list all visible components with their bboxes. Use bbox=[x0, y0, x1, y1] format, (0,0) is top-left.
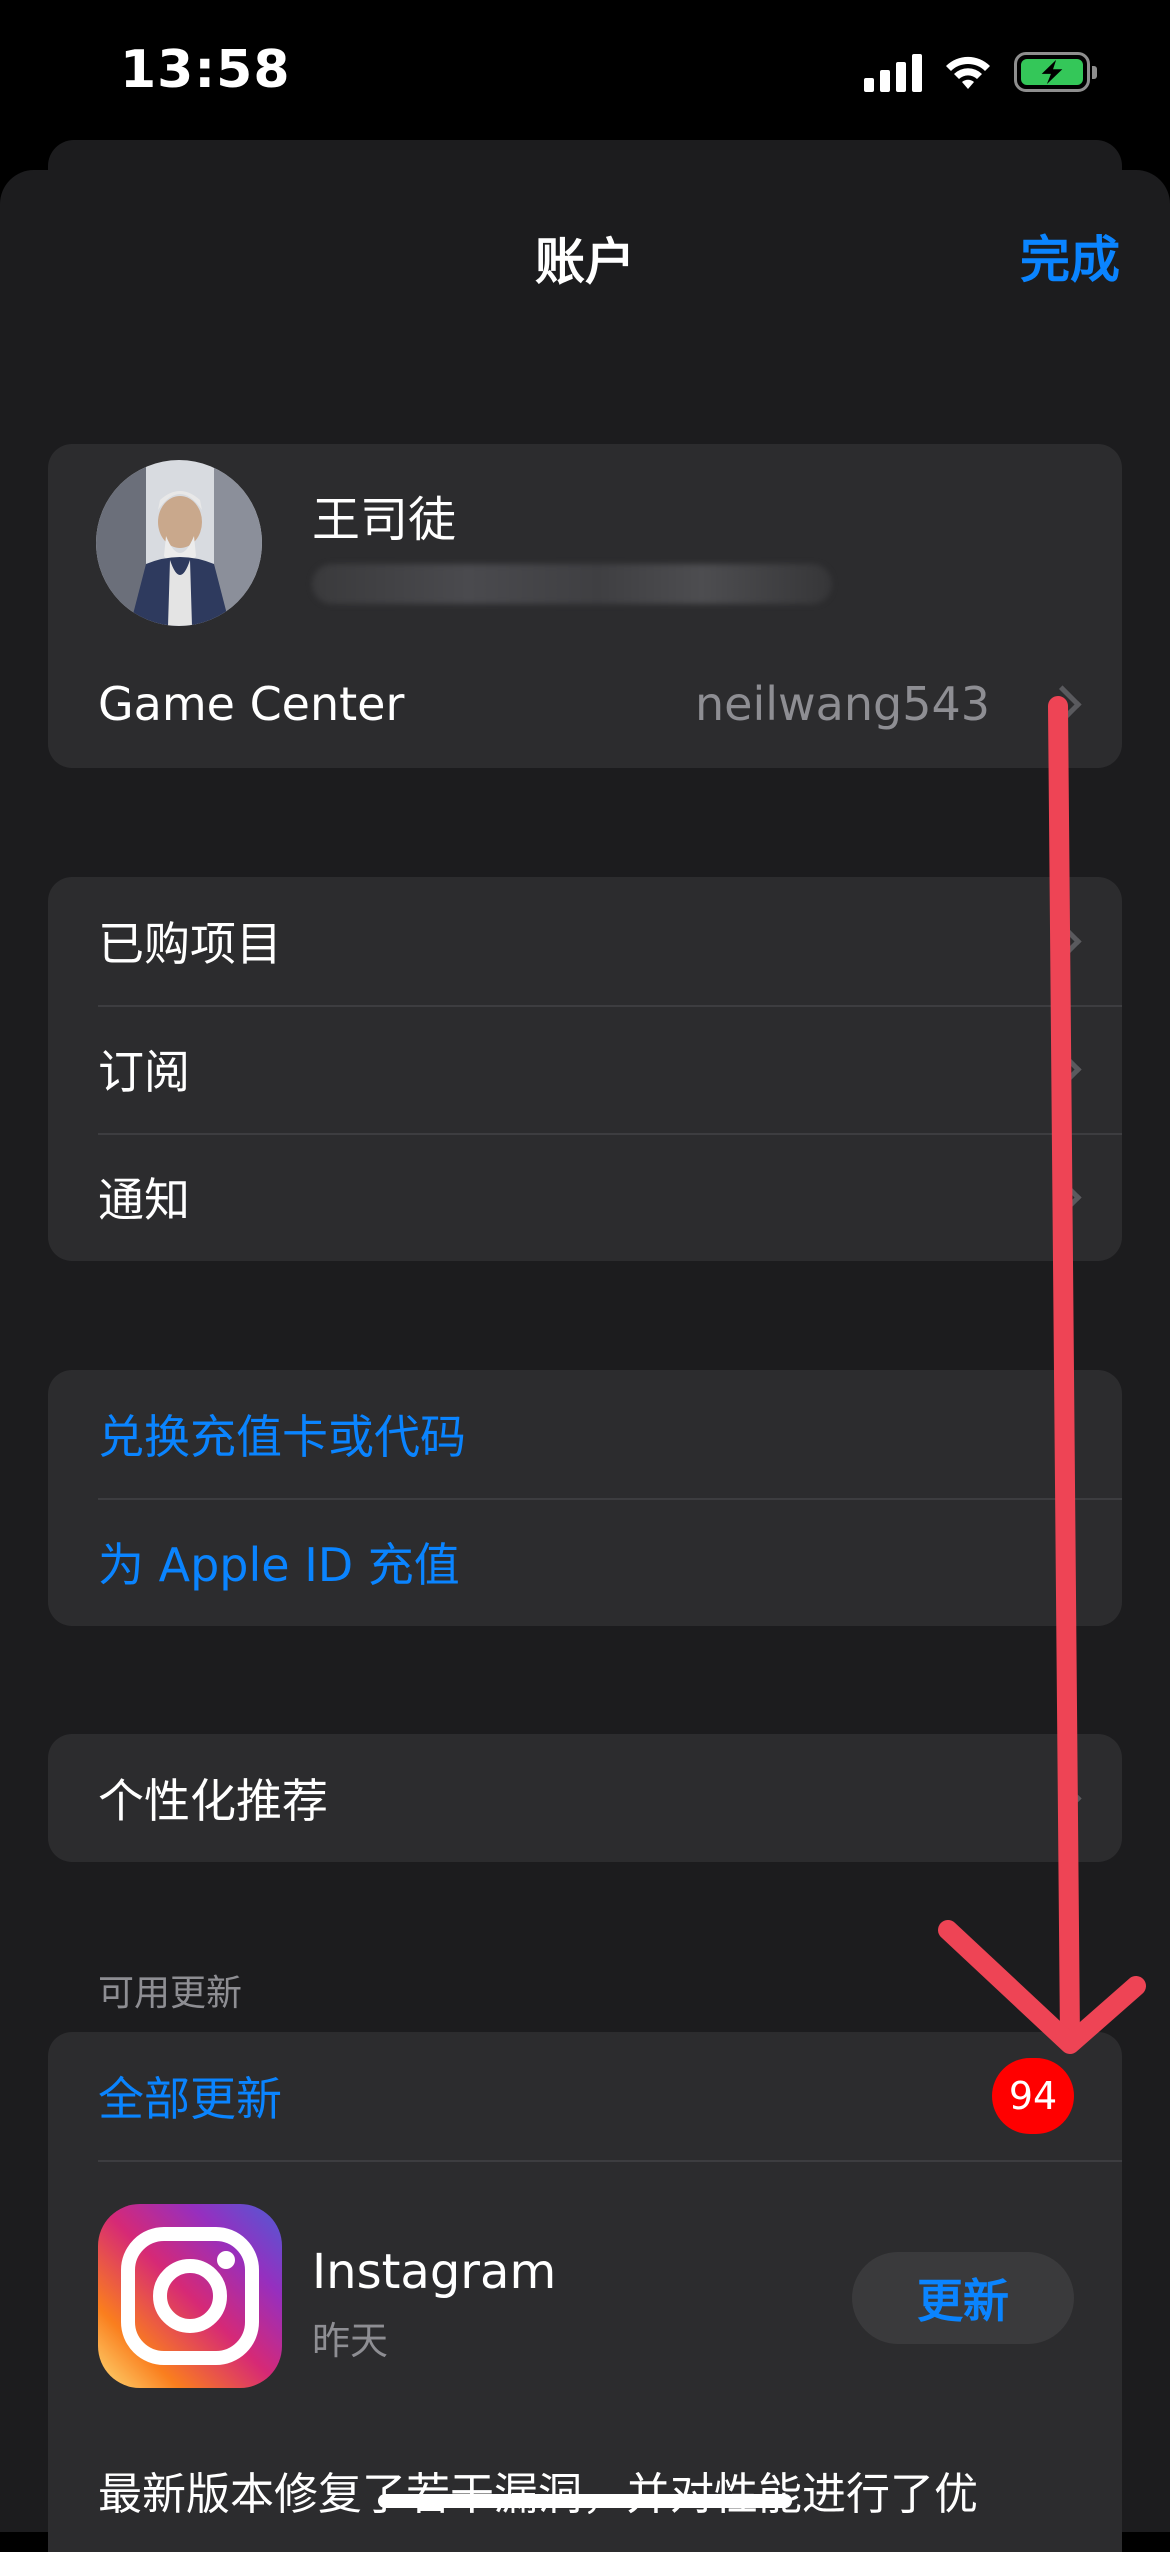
chevron-right-icon bbox=[1043, 1779, 1082, 1818]
chevron-right-icon bbox=[1043, 1178, 1082, 1217]
app-update-description: 最新版本修复了若干漏洞，并对性能进行了优 bbox=[98, 2458, 978, 2522]
redeem-gift-card-row[interactable]: 兑换充值卡或代码 bbox=[48, 1370, 1122, 1498]
camera-glyph-icon bbox=[121, 2227, 259, 2365]
game-center-value: neilwang543 bbox=[695, 677, 990, 731]
game-center-label: Game Center bbox=[98, 677, 405, 731]
purchased-row[interactable]: 已购项目 bbox=[48, 877, 1122, 1005]
personalize-group: 个性化推荐 bbox=[48, 1734, 1122, 1862]
battery-icon bbox=[1014, 52, 1097, 92]
status-icons bbox=[864, 52, 1097, 92]
chevron-right-icon bbox=[1043, 922, 1082, 961]
update-app-button[interactable]: 更新 bbox=[852, 2252, 1074, 2344]
redacted-email bbox=[312, 564, 832, 604]
app-update-row[interactable]: Instagram 昨天 更新 最新版本修复了若干漏洞，并对性能进行了优 bbox=[48, 2160, 1122, 2520]
cellular-signal-icon bbox=[864, 52, 922, 92]
done-button[interactable]: 完成 bbox=[1020, 220, 1120, 292]
profile-name: 王司徒 bbox=[312, 492, 457, 548]
personalized-recommendations-row[interactable]: 个性化推荐 bbox=[48, 1734, 1122, 1862]
game-center-row[interactable]: Game Center neilwang543 bbox=[48, 640, 1122, 768]
page-title: 账户 bbox=[535, 233, 635, 291]
updates-section-header: 可用更新 bbox=[98, 1973, 243, 2014]
avatar-photo-icon bbox=[96, 460, 262, 626]
update-count-badge: 94 bbox=[992, 2058, 1074, 2134]
recharge-group: 兑换充值卡或代码 为 Apple ID 充值 bbox=[48, 1370, 1122, 1626]
redeem-gift-card-label: 兑换充值卡或代码 bbox=[98, 1410, 466, 1464]
update-all-row[interactable]: 全部更新 94 bbox=[48, 2032, 1122, 2160]
instagram-app-icon bbox=[98, 2204, 282, 2388]
charging-bolt-icon bbox=[1041, 59, 1063, 85]
profile-row[interactable]: 王司徒 bbox=[48, 444, 1122, 640]
home-indicator bbox=[378, 2494, 792, 2508]
add-funds-row[interactable]: 为 Apple ID 充值 bbox=[48, 1498, 1122, 1626]
chevron-right-icon bbox=[1043, 685, 1082, 724]
purchased-label: 已购项目 bbox=[98, 917, 282, 971]
avatar bbox=[96, 460, 262, 626]
subscriptions-row[interactable]: 订阅 bbox=[48, 1005, 1122, 1133]
status-bar: 13:58 bbox=[0, 0, 1170, 150]
personalized-recommendations-label: 个性化推荐 bbox=[98, 1774, 328, 1828]
notifications-label: 通知 bbox=[98, 1173, 190, 1227]
wifi-icon bbox=[946, 56, 990, 89]
app-name: Instagram bbox=[312, 2244, 557, 2300]
app-update-date: 昨天 bbox=[312, 2319, 389, 2363]
notifications-row[interactable]: 通知 bbox=[48, 1133, 1122, 1261]
updates-group: 全部更新 94 Instagram 昨天 更新 最新版本修复了若干漏洞，并对性能… bbox=[48, 2032, 1122, 2552]
update-all-label: 全部更新 bbox=[98, 2072, 282, 2126]
subscriptions-label: 订阅 bbox=[98, 1045, 190, 1099]
add-funds-label: 为 Apple ID 充值 bbox=[98, 1538, 460, 1592]
chevron-right-icon bbox=[1043, 1050, 1082, 1089]
profile-group: 王司徒 Game Center neilwang543 bbox=[48, 444, 1122, 768]
status-time: 13:58 bbox=[120, 40, 291, 100]
menu-group: 已购项目 订阅 通知 bbox=[48, 877, 1122, 1261]
